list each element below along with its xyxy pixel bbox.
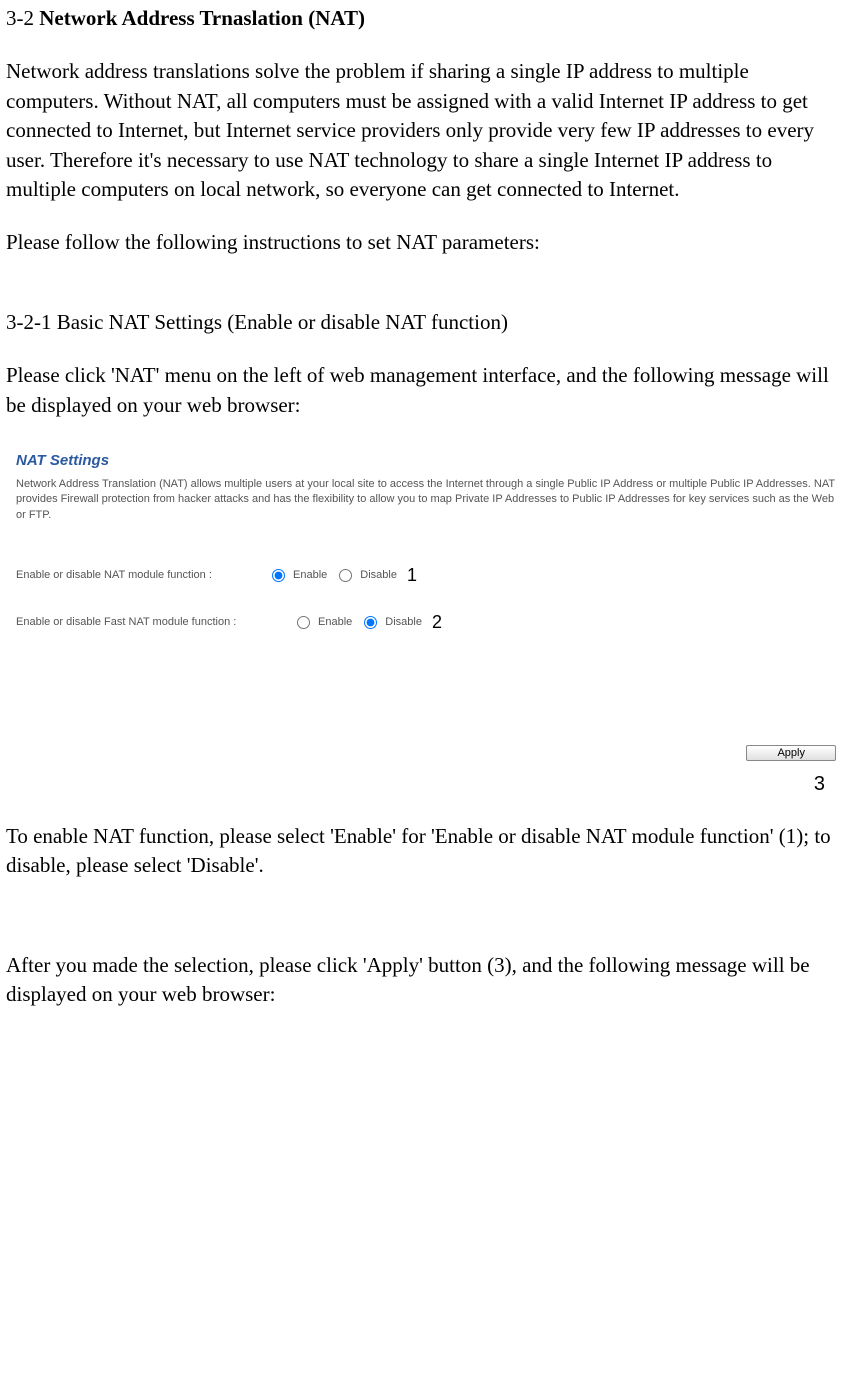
section-heading: 3-2 Network Address Trnaslation (NAT) <box>6 4 843 33</box>
apply-button[interactable]: Apply <box>746 745 836 761</box>
paragraph-nat-menu: Please click 'NAT' menu on the left of w… <box>6 361 843 420</box>
nat-module-label: Enable or disable NAT module function : <box>16 568 266 583</box>
screenshot-title: NAT Settings <box>16 450 836 471</box>
paragraph-apply: After you made the selection, please cli… <box>6 951 843 1010</box>
nat-disable-radio[interactable] <box>339 569 352 582</box>
screenshot-description: Network Address Translation (NAT) allows… <box>16 477 836 523</box>
nat-settings-screenshot: NAT Settings Network Address Translation… <box>6 444 846 768</box>
paragraph-instructions: Please follow the following instructions… <box>6 228 843 257</box>
nat-module-row: Enable or disable NAT module function : … <box>16 563 836 588</box>
annotation-3: 3 <box>6 770 843 798</box>
fast-nat-enable-label: Enable <box>318 615 352 630</box>
annotation-2: 2 <box>432 610 442 635</box>
fast-nat-enable-radio[interactable] <box>297 616 310 629</box>
nat-disable-label: Disable <box>360 568 397 583</box>
apply-button-row: Apply <box>16 745 836 761</box>
fast-nat-module-radio-group: Enable Disable <box>291 615 422 630</box>
fast-nat-disable-radio[interactable] <box>364 616 377 629</box>
nat-enable-radio[interactable] <box>272 569 285 582</box>
fast-nat-module-row: Enable or disable Fast NAT module functi… <box>16 610 836 635</box>
fast-nat-module-label: Enable or disable Fast NAT module functi… <box>16 615 291 630</box>
section-number: 3-2 <box>6 6 39 30</box>
paragraph-intro: Network address translations solve the p… <box>6 57 843 204</box>
nat-enable-label: Enable <box>293 568 327 583</box>
section-title: Network Address Trnaslation (NAT) <box>39 6 365 30</box>
fast-nat-disable-label: Disable <box>385 615 422 630</box>
subsection-heading: 3-2-1 Basic NAT Settings (Enable or disa… <box>6 308 843 337</box>
nat-module-radio-group: Enable Disable <box>266 568 397 583</box>
annotation-1: 1 <box>407 563 417 588</box>
paragraph-enable-nat: To enable NAT function, please select 'E… <box>6 822 843 881</box>
